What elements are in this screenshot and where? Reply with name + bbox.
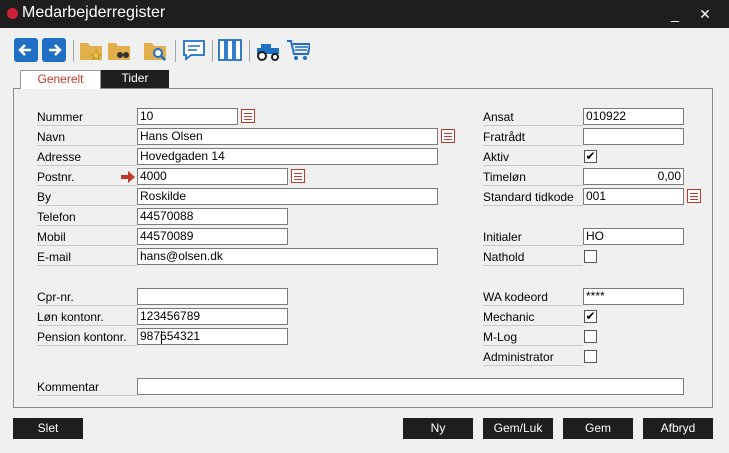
toolbar-separator (175, 40, 176, 62)
kommentar-label: Kommentar (37, 378, 137, 396)
adresse-label: Adresse (37, 148, 137, 166)
minimize-button[interactable]: _ (664, 3, 686, 25)
by-label: By (37, 188, 137, 206)
adresse-field[interactable]: Hovedgaden 14 (137, 148, 438, 165)
postnr-field[interactable]: 4000 (137, 168, 288, 185)
toolbar-separator (73, 40, 74, 62)
navn-lookup-icon[interactable] (441, 129, 455, 143)
current-field-arrow-icon (121, 171, 135, 183)
toolbar-separator (212, 40, 213, 62)
app-icon (7, 8, 18, 19)
email-label: E-mail (37, 248, 137, 266)
nummer-label: Nummer (37, 108, 137, 126)
content-area: Generelt Tider Nummer Navn Adresse Postn… (0, 70, 729, 453)
mlog-label: M-Log (483, 328, 583, 346)
save-button[interactable]: Gem (563, 418, 633, 439)
save-close-button[interactable]: Gem/Luk (483, 418, 553, 439)
timelon-label: Timeløn (483, 168, 583, 186)
pension-kontonr-field[interactable]: 987654321 (137, 328, 288, 345)
telefon-label: Telefon (37, 208, 137, 226)
fratraadt-label: Fratrådt (483, 128, 583, 146)
delete-button[interactable]: Slet (13, 418, 83, 439)
ansat-field[interactable]: 010922 (583, 108, 684, 125)
initialer-label: Initialer (483, 228, 583, 246)
back-arrow-icon[interactable] (14, 38, 38, 62)
wa-kodeord-field[interactable]: **** (583, 288, 684, 305)
navn-field[interactable]: Hans Olsen (137, 128, 438, 145)
timelon-field[interactable]: 0,00 (583, 168, 684, 185)
ansat-label: Ansat (483, 108, 583, 126)
nathold-label: Nathold (483, 248, 583, 266)
kommentar-field[interactable] (137, 378, 684, 395)
standard-tidkode-field[interactable]: 001 (583, 188, 684, 205)
form-panel: Nummer Navn Adresse Postnr. By Telefon M… (13, 88, 713, 408)
email-field[interactable]: hans@olsen.dk (137, 248, 438, 265)
aktiv-label: Aktiv (483, 148, 583, 166)
binders-icon[interactable] (218, 38, 242, 62)
folder-binoculars-icon[interactable] (107, 38, 131, 62)
window-title: Medarbejderregister (22, 4, 166, 21)
shopping-cart-icon[interactable] (286, 38, 310, 62)
pension-kontonr-label: Pension kontonr. (37, 328, 137, 346)
title-bar: Medarbejderregister _ ✕ (0, 0, 729, 28)
tidkode-lookup-icon[interactable] (687, 189, 701, 203)
cancel-button[interactable]: Afbryd (643, 418, 713, 439)
mechanic-checkbox[interactable]: ✔ (584, 310, 597, 323)
toolbar (0, 28, 729, 70)
nummer-field[interactable]: 10 (137, 108, 238, 125)
folder-star-icon[interactable] (79, 38, 103, 62)
mobil-field[interactable]: 44570089 (137, 228, 288, 245)
text-caret (161, 331, 162, 344)
by-field[interactable]: Roskilde (137, 188, 438, 205)
administrator-checkbox[interactable] (584, 350, 597, 363)
navn-label: Navn (37, 128, 137, 146)
cpr-label: Cpr-nr. (37, 288, 137, 306)
postnr-lookup-icon[interactable] (291, 169, 305, 183)
aktiv-checkbox[interactable]: ✔ (584, 150, 597, 163)
new-button[interactable]: Ny (403, 418, 473, 439)
folder-search-icon[interactable] (143, 38, 167, 62)
administrator-label: Administrator (483, 348, 583, 366)
tab-tider[interactable]: Tider (101, 70, 169, 88)
tractor-icon[interactable] (255, 38, 279, 62)
standard-tidkode-label: Standard tidkode (483, 188, 583, 206)
forward-arrow-icon[interactable] (42, 38, 66, 62)
cpr-field[interactable] (137, 288, 288, 305)
toolbar-separator (249, 40, 250, 62)
lon-kontonr-label: Løn kontonr. (37, 308, 137, 326)
pension-kontonr-value: 987654321 (140, 329, 201, 343)
mobil-label: Mobil (37, 228, 137, 246)
mechanic-label: Mechanic (483, 308, 583, 326)
speech-bubble-icon[interactable] (182, 38, 206, 62)
tab-generelt[interactable]: Generelt (20, 70, 101, 89)
lon-kontonr-field[interactable]: 123456789 (137, 308, 288, 325)
initialer-field[interactable]: HO (583, 228, 684, 245)
nummer-lookup-icon[interactable] (241, 109, 255, 123)
mlog-checkbox[interactable] (584, 330, 597, 343)
telefon-field[interactable]: 44570088 (137, 208, 288, 225)
close-button[interactable]: ✕ (694, 3, 716, 25)
wa-kodeord-label: WA kodeord (483, 288, 583, 306)
fratraadt-field[interactable] (583, 128, 684, 145)
nathold-checkbox[interactable] (584, 250, 597, 263)
